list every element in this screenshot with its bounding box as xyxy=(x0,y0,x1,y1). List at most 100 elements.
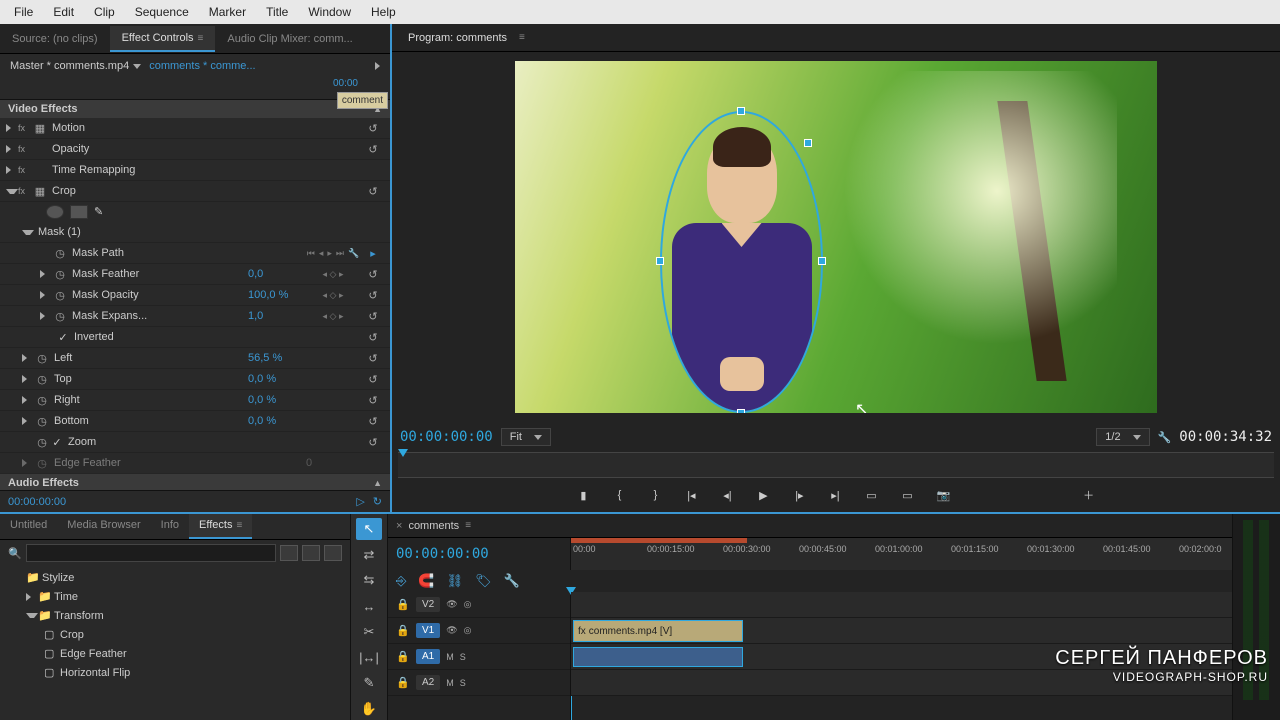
sequence-tab[interactable]: comments xyxy=(408,520,459,532)
mask-1[interactable]: Mask (1) xyxy=(34,226,384,238)
clip-video[interactable]: fxcomments.mp4 [V] xyxy=(573,620,743,642)
panel-menu-icon[interactable]: ≡ xyxy=(198,33,204,44)
clip-audio[interactable] xyxy=(573,647,743,667)
val-top[interactable]: 0,0 % xyxy=(248,373,304,385)
mask-track-prev-icon[interactable]: ◂ xyxy=(319,248,324,259)
preset-crop[interactable]: Crop xyxy=(60,629,84,641)
checkbox-zoom[interactable]: ✓ xyxy=(50,436,64,449)
go-in-icon[interactable]: |◂ xyxy=(682,486,700,504)
fx-badge[interactable]: fx xyxy=(18,123,32,133)
ripple-tool-icon[interactable]: ⇆ xyxy=(356,570,382,592)
play-icon[interactable]: ▶ xyxy=(754,486,772,504)
sync-lock-icon[interactable]: ◎ xyxy=(464,599,472,610)
sync-lock-icon[interactable]: ◎ xyxy=(464,625,472,636)
program-tc-in[interactable]: 00:00:00:00 xyxy=(400,429,493,445)
menu-window[interactable]: Window xyxy=(298,1,361,23)
close-seq-icon[interactable]: × xyxy=(396,520,402,532)
solo-icon[interactable]: S xyxy=(460,678,466,688)
mark-in-icon[interactable]: ▮ xyxy=(574,486,592,504)
val-mask-opacity[interactable]: 100,0 % xyxy=(248,289,304,301)
reset-icon[interactable]: ↺ xyxy=(362,394,384,407)
tab-audio-mixer[interactable]: Audio Clip Mixer: comm... xyxy=(215,27,364,51)
val-bottom[interactable]: 0,0 % xyxy=(248,415,304,427)
effects-search-input[interactable] xyxy=(26,544,276,562)
program-tab[interactable]: Program: comments xyxy=(400,28,515,48)
twirl-icon[interactable] xyxy=(40,291,52,299)
twirl-open-icon[interactable] xyxy=(22,230,34,235)
ellipse-mask-icon[interactable] xyxy=(46,205,64,219)
prop-mask-opacity[interactable]: Mask Opacity xyxy=(68,289,248,301)
lock-icon[interactable]: 🔒 xyxy=(396,598,410,611)
lock-icon[interactable]: 🔒 xyxy=(396,650,410,663)
lane-v2[interactable] xyxy=(571,592,1232,618)
menu-file[interactable]: File xyxy=(4,1,43,23)
prop-right[interactable]: Right xyxy=(50,394,248,406)
mask-track-back-icon[interactable]: ⏮ xyxy=(307,248,315,259)
reset-icon[interactable]: ↺ xyxy=(362,310,384,323)
lift-icon[interactable]: ▭ xyxy=(862,486,880,504)
nest-icon[interactable]: ⎆ xyxy=(396,573,406,589)
ec-clip-chip[interactable]: comment xyxy=(337,92,388,109)
tab-effect-controls[interactable]: Effect Controls≡ xyxy=(110,26,216,52)
solo-icon[interactable]: S xyxy=(460,652,466,662)
go-out-icon[interactable]: ▸| xyxy=(826,486,844,504)
twirl-icon[interactable] xyxy=(6,145,18,153)
reset-icon[interactable]: ↺ xyxy=(362,436,384,449)
video-canvas[interactable]: ↖ xyxy=(515,61,1157,413)
panel-menu-icon[interactable]: ≡ xyxy=(519,32,525,43)
play-icon[interactable] xyxy=(375,62,380,70)
mask-handle[interactable] xyxy=(656,257,664,265)
mask-handle[interactable] xyxy=(737,107,745,115)
prop-left[interactable]: Left xyxy=(50,352,248,364)
val-right[interactable]: 0,0 % xyxy=(248,394,304,406)
pen-tool-icon[interactable]: ✎ xyxy=(356,673,382,695)
twirl-open-icon[interactable] xyxy=(6,189,18,194)
add-button-icon[interactable]: ＋ xyxy=(1080,486,1098,504)
twirl-icon[interactable] xyxy=(26,593,38,601)
effect-crop[interactable]: Crop xyxy=(48,185,362,197)
program-viewer[interactable]: ↖ xyxy=(392,52,1280,422)
reset-icon[interactable]: ↺ xyxy=(362,331,384,344)
twirl-icon[interactable] xyxy=(22,354,34,362)
stopwatch-icon[interactable]: ◷ xyxy=(34,394,50,407)
fx-badge[interactable]: fx xyxy=(18,165,32,175)
effect-time-remap[interactable]: Time Remapping xyxy=(48,164,362,176)
twirl-icon[interactable] xyxy=(40,312,52,320)
track-v1[interactable]: V1 xyxy=(416,623,440,638)
loop-icon[interactable]: ↻ xyxy=(373,495,382,508)
reset-icon[interactable]: ↺ xyxy=(362,373,384,386)
prop-mask-path[interactable]: Mask Path xyxy=(68,247,304,259)
checkbox-inverted[interactable]: ✓ xyxy=(56,331,70,344)
menu-title[interactable]: Title xyxy=(256,1,298,23)
play-only-icon[interactable]: ▷ xyxy=(356,495,364,508)
twirl-icon[interactable] xyxy=(22,417,34,425)
audio-effects-heading[interactable]: Audio Effects▲ xyxy=(0,474,390,490)
yuv-filter-icon[interactable] xyxy=(324,545,342,561)
lock-icon[interactable]: 🔒 xyxy=(396,624,410,637)
tab-source[interactable]: Source: (no clips) xyxy=(0,27,110,51)
stopwatch-icon[interactable]: ◷ xyxy=(52,247,68,260)
val-mask-feather[interactable]: 0,0 xyxy=(248,268,304,280)
twirl-icon[interactable] xyxy=(6,166,18,174)
marker-icon[interactable]: 🏷 xyxy=(475,573,492,589)
twirl-icon[interactable] xyxy=(40,270,52,278)
export-frame-icon[interactable]: 📷 xyxy=(934,486,952,504)
twirl-open-icon[interactable] xyxy=(26,613,38,618)
twirl-icon[interactable] xyxy=(6,124,18,132)
folder-stylize[interactable]: Stylize xyxy=(42,572,74,584)
collapse-up-icon[interactable]: ▲ xyxy=(373,478,382,488)
menu-marker[interactable]: Marker xyxy=(199,1,256,23)
folder-time[interactable]: Time xyxy=(54,591,78,603)
mute-icon[interactable]: M xyxy=(446,652,454,662)
timeline-ruler[interactable]: 00:00 00:00:15:00 00:00:30:00 00:00:45:0… xyxy=(570,538,1232,570)
stopwatch-icon[interactable]: ◷ xyxy=(34,415,50,428)
track-a1[interactable]: A1 xyxy=(416,649,440,664)
32-filter-icon[interactable] xyxy=(302,545,320,561)
val-left[interactable]: 56,5 % xyxy=(248,352,304,364)
pen-mask-icon[interactable]: ✎ xyxy=(94,205,112,219)
lane-a2[interactable] xyxy=(571,670,1232,696)
lane-v1[interactable]: fxcomments.mp4 [V] xyxy=(571,618,1232,644)
toggle-output-icon[interactable]: 👁 xyxy=(446,599,457,610)
chevron-down-icon[interactable] xyxy=(133,64,141,69)
fx-filter-icon[interactable] xyxy=(280,545,298,561)
